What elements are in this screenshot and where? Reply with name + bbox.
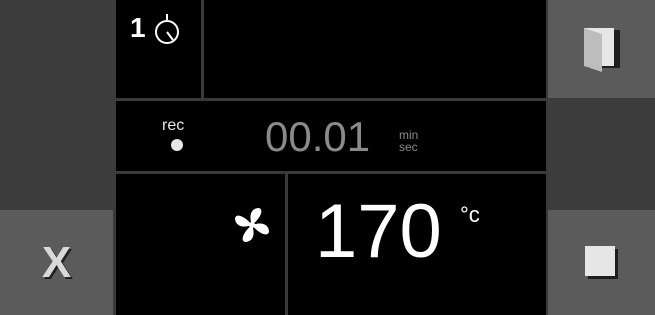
temperature-value: 170 (315, 189, 442, 274)
right-middle-panel (548, 98, 655, 210)
temperature-panel[interactable]: 170 °c (288, 174, 546, 315)
timer-value: 00.01 (265, 113, 371, 160)
fan-icon (235, 208, 269, 242)
fan-panel[interactable] (116, 174, 285, 315)
cancel-label: X (41, 237, 72, 287)
temperature-unit: °c (460, 202, 480, 227)
left-top-panel (0, 0, 113, 210)
record-dot-icon (171, 139, 183, 151)
cancel-button[interactable]: X (0, 210, 113, 315)
stop-button[interactable] (548, 210, 655, 315)
timer-icon (155, 14, 179, 44)
step-number: 1 (130, 12, 146, 43)
door-button[interactable] (548, 0, 655, 98)
timer-panel[interactable]: rec 00.01 min sec (116, 101, 546, 171)
door-icon (583, 28, 620, 72)
info-panel-top (204, 0, 546, 98)
rec-label: rec (162, 117, 185, 134)
timer-unit-sec: sec (399, 140, 418, 154)
step-panel[interactable]: 1 (116, 0, 201, 98)
stop-icon (584, 245, 618, 279)
